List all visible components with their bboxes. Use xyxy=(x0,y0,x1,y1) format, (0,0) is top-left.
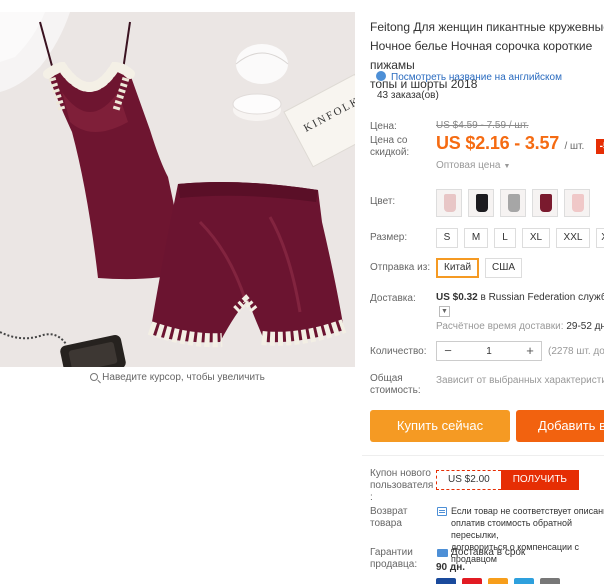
ship-from-options: Китай США xyxy=(436,258,523,278)
coupon-amount: US $2.00 xyxy=(436,470,501,490)
translate-title-link[interactable]: Посмотреть название на английском xyxy=(376,71,562,83)
quantity-box: − 1 + xyxy=(436,341,542,361)
delivery-eta: Расчётное время доставки: 29-52 дней xyxy=(436,321,604,332)
payment-icon xyxy=(462,578,482,584)
current-price: US $2.16 - 3.57 / шт. -53% xyxy=(436,133,604,154)
color-swatch xyxy=(476,194,488,212)
color-options xyxy=(436,189,590,217)
color-swatch xyxy=(572,194,584,212)
size-option-l[interactable]: L xyxy=(494,228,516,248)
price-label: Цена: xyxy=(370,121,397,132)
color-option[interactable] xyxy=(500,189,526,217)
orders-count: 43 заказа(ов) xyxy=(377,90,439,101)
payment-methods xyxy=(436,578,560,584)
guarantee-text: Доставка в срок xyxy=(451,547,526,558)
ship-from-china[interactable]: Китай xyxy=(436,258,480,278)
quantity-label: Количество: xyxy=(370,346,427,357)
size-options: S M L XL XXL XXXL xyxy=(436,228,604,248)
price-unit: / шт. xyxy=(564,141,585,152)
coupon-label: Купон нового пользователя : xyxy=(370,468,434,503)
product-info-panel: Feitong Для женщин пикантные кружевные Н… xyxy=(362,0,604,584)
total-label: Общая стоимость: xyxy=(370,373,421,396)
size-label: Размер: xyxy=(370,232,408,243)
color-swatch xyxy=(508,194,520,212)
discount-badge: -53% xyxy=(595,139,604,154)
product-main-image[interactable]: KINFOLK xyxy=(0,12,355,367)
color-swatch xyxy=(540,194,552,212)
zoom-hint-text: Наведите курсор, чтобы увеличить xyxy=(102,372,265,383)
caret-down-icon: ▼ xyxy=(503,163,511,170)
increase-quantity-button[interactable]: + xyxy=(519,342,541,360)
eta-value: 29-52 дней xyxy=(566,321,604,332)
payment-icon xyxy=(514,578,534,584)
ship-from-label: Отправка из: xyxy=(370,262,431,273)
delivery-cost: US $0.32 xyxy=(436,292,478,303)
delivery-truck-icon xyxy=(437,549,448,557)
total-value: Зависит от выбранных характеристик xyxy=(436,375,604,386)
wholesale-price-label: Оптовая цена xyxy=(436,160,501,171)
divider xyxy=(362,455,604,456)
color-option[interactable] xyxy=(532,189,558,217)
translate-title-label: Посмотреть название на английском xyxy=(391,72,562,83)
quantity-stepper: − 1 + (2278 шт. доступно) xyxy=(436,341,604,361)
ship-from-usa[interactable]: США xyxy=(485,258,523,278)
delivery-label: Доставка: xyxy=(370,293,416,304)
translate-icon xyxy=(376,71,386,81)
wholesale-price-toggle[interactable]: Оптовая цена ▼ xyxy=(436,160,510,171)
zoom-hint: Наведите курсор, чтобы увеличить xyxy=(0,372,355,383)
eta-label: Расчётное время доставки: xyxy=(436,321,567,332)
delivery-dropdown-icon[interactable]: ▼ xyxy=(439,306,450,317)
returns-label: Возврат товара xyxy=(370,506,408,529)
color-option[interactable] xyxy=(436,189,462,217)
buy-now-button[interactable]: Купить сейчас xyxy=(370,410,510,442)
old-price: US $4.59 - 7.59 / шт. xyxy=(436,120,529,131)
payment-icon xyxy=(488,578,508,584)
current-price-value: US $2.16 - 3.57 xyxy=(436,133,560,153)
payment-icon xyxy=(540,578,560,584)
quantity-input[interactable]: 1 xyxy=(459,346,519,357)
size-option-xxxl[interactable]: XXXL xyxy=(596,228,604,248)
payment-icon xyxy=(436,578,456,584)
delivery-text: в Russian Federation службой доставки xyxy=(480,292,604,303)
get-coupon-button[interactable]: ПОЛУЧИТЬ xyxy=(500,470,579,490)
size-option-xxl[interactable]: XXL xyxy=(556,228,590,248)
discount-price-label: Цена со скидкой: xyxy=(370,135,410,158)
size-option-m[interactable]: M xyxy=(464,228,488,248)
guarantee-label: Гарантии продавца: xyxy=(370,547,418,570)
stock-available: (2278 шт. доступно) xyxy=(548,345,604,357)
new-user-coupon: US $2.00 ПОЛУЧИТЬ xyxy=(436,470,579,490)
delivery-info: US $0.32 в Russian Federation службой до… xyxy=(436,292,604,303)
decrease-quantity-button[interactable]: − xyxy=(437,342,459,360)
size-option-s[interactable]: S xyxy=(436,228,458,248)
guarantee-days: 90 дн. xyxy=(436,562,466,573)
color-label: Цвет: xyxy=(370,196,396,207)
product-photo-illustration: KINFOLK xyxy=(0,12,355,367)
return-policy-icon xyxy=(437,507,447,516)
add-to-cart-button[interactable]: Добавить в корзину xyxy=(516,410,604,442)
product-gallery: KINFOLK Наведите курсор, чтобы увеличить xyxy=(0,0,358,584)
size-option-xl[interactable]: XL xyxy=(522,228,550,248)
color-option[interactable] xyxy=(564,189,590,217)
color-option[interactable] xyxy=(468,189,494,217)
magnifier-icon xyxy=(90,373,99,381)
color-swatch xyxy=(444,194,456,212)
